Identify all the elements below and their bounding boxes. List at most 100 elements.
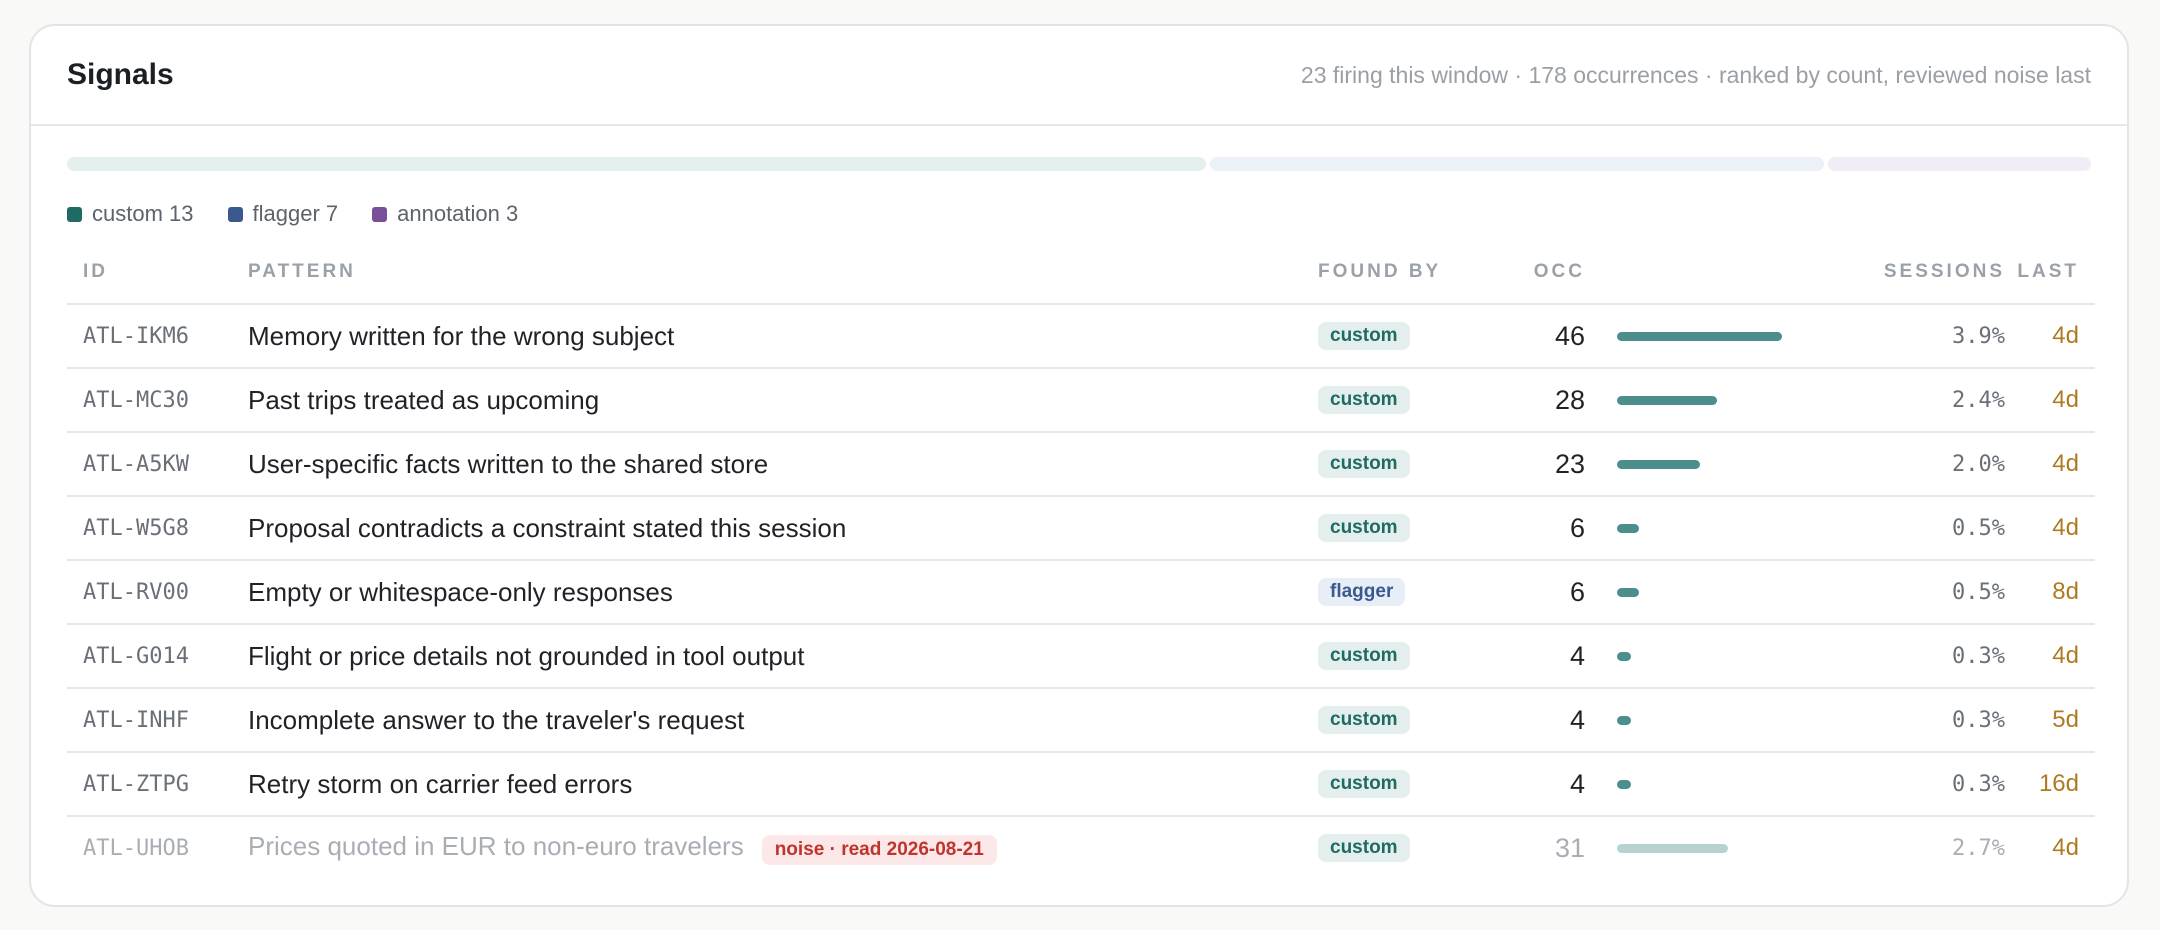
occurrence-count: 4 xyxy=(1569,704,1585,735)
signal-id[interactable]: ATL-ZTPG xyxy=(83,772,189,797)
sessions-percent-cell: 0.3% xyxy=(1840,752,2005,817)
table-row[interactable]: ATL-UHOB Prices quoted in EUR to non-euro… xyxy=(67,816,2095,879)
signal-id[interactable]: ATL-MC30 xyxy=(83,388,189,413)
source-distribution-bar xyxy=(67,157,2091,171)
legend-item-flagger[interactable]: flagger 7 xyxy=(227,201,338,227)
sessions-percent-cell: 0.3% xyxy=(1840,624,2005,689)
occurrence-bar-cell xyxy=(1585,304,1840,369)
distribution-segment-custom xyxy=(67,157,1207,171)
occurrence-bar-cell xyxy=(1585,368,1840,433)
last-seen: 16d xyxy=(2038,770,2079,797)
sessions-percent: 0.3% xyxy=(1952,643,2005,669)
signal-id-cell: ATL-G014 xyxy=(67,624,248,689)
signal-id[interactable]: ATL-IKM6 xyxy=(83,324,189,349)
sessions-percent: 0.3% xyxy=(1952,771,2005,797)
signals-table: ID PATTERN FOUND BY OCC SESSIONS LAST AT… xyxy=(67,241,2095,879)
legend-item-annotation[interactable]: annotation 3 xyxy=(372,201,518,227)
occurrence-count-cell: 6 xyxy=(1486,560,1585,625)
last-seen: 4d xyxy=(2052,322,2079,349)
found-by-badge: custom xyxy=(1318,322,1410,350)
table-header-row: ID PATTERN FOUND BY OCC SESSIONS LAST xyxy=(67,241,2095,305)
signal-id-cell: ATL-ZTPG xyxy=(67,752,248,817)
signal-pattern[interactable]: Proposal contradicts a constraint stated… xyxy=(248,513,846,543)
occurrence-bar xyxy=(1617,843,1728,853)
signal-pattern[interactable]: Retry storm on carrier feed errors xyxy=(248,769,632,799)
signal-pattern[interactable]: Incomplete answer to the traveler's requ… xyxy=(248,705,744,735)
signal-pattern[interactable]: Memory written for the wrong subject xyxy=(248,321,674,351)
table-row[interactable]: ATL-W5G8 Proposal contradicts a constrain… xyxy=(67,496,2095,561)
occurrence-bar-cell xyxy=(1585,432,1840,497)
occurrence-count-cell: 46 xyxy=(1486,304,1585,369)
found-by-badge-cell: custom xyxy=(1318,304,1486,369)
column-header-last[interactable]: LAST xyxy=(2005,241,2095,305)
table-row[interactable]: ATL-INHF Incomplete answer to the travele… xyxy=(67,688,2095,753)
occurrence-count-cell: 4 xyxy=(1486,752,1585,817)
signal-pattern[interactable]: Past trips treated as upcoming xyxy=(248,385,599,415)
signal-id[interactable]: ATL-G014 xyxy=(83,644,189,669)
signal-id[interactable]: ATL-A5KW xyxy=(83,452,189,477)
signals-panel: Signals 23 firing this window · 178 occu… xyxy=(29,24,2129,907)
source-legend: custom 13 flagger 7 annotation 3 xyxy=(67,199,2091,229)
occurrence-bar xyxy=(1617,651,1631,661)
table-row[interactable]: ATL-G014 Flight or price details not grou… xyxy=(67,624,2095,689)
last-seen: 4d xyxy=(2052,834,2079,861)
signal-pattern-cell: Past trips treated as upcoming xyxy=(248,368,1318,433)
signal-id-cell: ATL-RV00 xyxy=(67,560,248,625)
last-seen: 8d xyxy=(2052,578,2079,605)
last-seen-cell: 16d xyxy=(2005,752,2095,817)
found-by-badge: custom xyxy=(1318,386,1410,414)
occurrence-bar xyxy=(1617,331,1782,341)
legend-item-custom[interactable]: custom 13 xyxy=(67,201,194,227)
signal-pattern-cell: Empty or whitespace-only responses xyxy=(248,560,1318,625)
signal-pattern[interactable]: User-specific facts written to the share… xyxy=(248,449,768,479)
signal-pattern-cell: Flight or price details not grounded in … xyxy=(248,624,1318,689)
column-header-occ[interactable]: OCC xyxy=(1486,241,1585,305)
occurrence-count: 31 xyxy=(1554,832,1585,863)
signal-id[interactable]: ATL-W5G8 xyxy=(83,516,189,541)
signal-pattern-cell: Prices quoted in EUR to non-euro travele… xyxy=(248,816,1318,879)
last-seen: 4d xyxy=(2052,514,2079,541)
found-by-badge-cell: flagger xyxy=(1318,560,1486,625)
found-by-badge-cell: custom xyxy=(1318,752,1486,817)
last-seen-cell: 4d xyxy=(2005,624,2095,689)
signal-id[interactable]: ATL-INHF xyxy=(83,708,189,733)
occurrence-bar-cell xyxy=(1585,560,1840,625)
occurrence-count-cell: 4 xyxy=(1486,688,1585,753)
sessions-percent-cell: 3.9% xyxy=(1840,304,2005,369)
occurrence-count: 4 xyxy=(1569,640,1585,671)
occurrence-count: 46 xyxy=(1554,320,1585,351)
found-by-badge: custom xyxy=(1318,450,1410,478)
found-by-badge-cell: custom xyxy=(1318,688,1486,753)
last-seen-cell: 4d xyxy=(2005,496,2095,561)
sessions-percent-cell: 2.4% xyxy=(1840,368,2005,433)
sessions-percent-cell: 0.3% xyxy=(1840,688,2005,753)
occurrence-bar xyxy=(1617,715,1631,725)
column-header-sessions[interactable]: SESSIONS xyxy=(1840,241,2005,305)
table-row[interactable]: ATL-RV00 Empty or whitespace-only respons… xyxy=(67,560,2095,625)
signal-pattern[interactable]: Prices quoted in EUR to non-euro travele… xyxy=(248,831,744,861)
table-row[interactable]: ATL-A5KW User-specific facts written to t… xyxy=(67,432,2095,497)
signal-id[interactable]: ATL-UHOB xyxy=(83,836,189,861)
table-row[interactable]: ATL-ZTPG Retry storm on carrier feed erro… xyxy=(67,752,2095,817)
table-row[interactable]: ATL-MC30 Past trips treated as upcoming cu… xyxy=(67,368,2095,433)
legend-label: annotation 3 xyxy=(397,201,519,226)
column-header-pattern[interactable]: PATTERN xyxy=(248,241,1318,305)
signal-id-cell: ATL-UHOB xyxy=(67,816,248,879)
found-by-badge-cell: custom xyxy=(1318,624,1486,689)
column-header-id[interactable]: ID xyxy=(67,241,248,305)
panel-header: Signals 23 firing this window · 178 occu… xyxy=(31,26,2127,126)
panel-summary: 23 firing this window · 178 occurrences … xyxy=(1300,61,2091,88)
signal-id-cell: ATL-MC30 xyxy=(67,368,248,433)
occurrence-bar xyxy=(1617,523,1639,533)
signal-id-cell: ATL-INHF xyxy=(67,688,248,753)
signal-id[interactable]: ATL-RV00 xyxy=(83,580,189,605)
table-row[interactable]: ATL-IKM6 Memory written for the wrong sub… xyxy=(67,304,2095,369)
signal-pattern[interactable]: Empty or whitespace-only responses xyxy=(248,577,673,607)
signal-pattern-cell: Proposal contradicts a constraint stated… xyxy=(248,496,1318,561)
column-header-found-by[interactable]: FOUND BY xyxy=(1318,241,1486,305)
last-seen-cell: 5d xyxy=(2005,688,2095,753)
last-seen-cell: 8d xyxy=(2005,560,2095,625)
signal-id-cell: ATL-IKM6 xyxy=(67,304,248,369)
signal-pattern[interactable]: Flight or price details not grounded in … xyxy=(248,641,804,671)
sessions-percent: 2.0% xyxy=(1952,451,2005,477)
